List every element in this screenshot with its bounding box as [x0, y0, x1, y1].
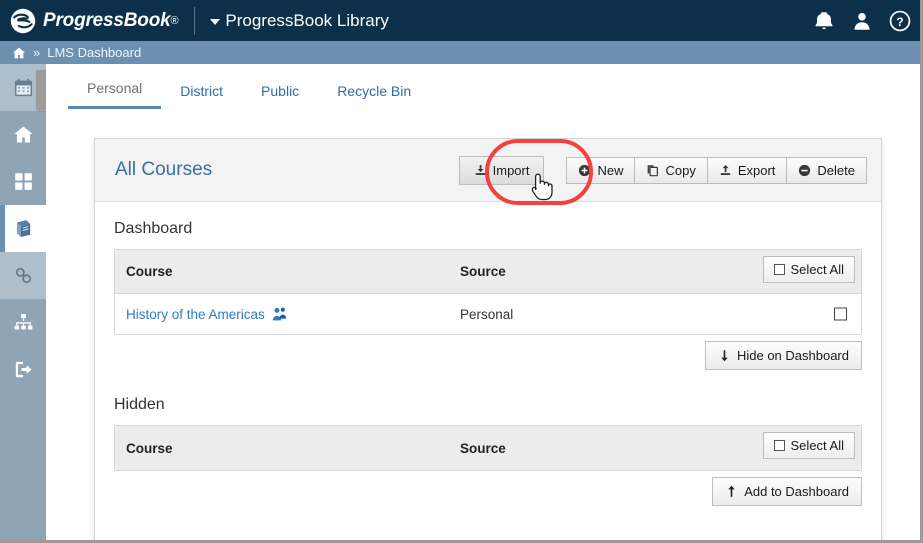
hidden-table-header: Course Source Select All: [115, 426, 861, 470]
download-import-icon: [475, 164, 485, 175]
hide-on-dashboard-label: Hide on Dashboard: [736, 348, 849, 363]
sidebar-item-apps[interactable]: [0, 158, 46, 205]
dashboard-table: Course Source Select All History of the …: [114, 249, 862, 335]
book-icon: [16, 220, 30, 237]
arrow-up-icon: [728, 485, 735, 497]
sidebar-rail: [0, 64, 46, 543]
checkbox-icon: [773, 440, 785, 451]
select-all-label: Select All: [790, 438, 844, 453]
dashboard-table-footer: Hide on Dashboard: [114, 335, 862, 370]
sidebar-item-home[interactable]: [0, 111, 46, 158]
crud-button-group: New Copy Export Delete: [566, 156, 867, 184]
users-group-icon: [272, 307, 286, 321]
export-button[interactable]: Export: [706, 156, 788, 184]
copy-button-label: Copy: [665, 162, 696, 178]
svg-text:?: ?: [896, 14, 903, 28]
home-icon[interactable]: [12, 46, 26, 60]
sitemap-icon: [14, 314, 32, 330]
table-row: History of the Americas Personal: [115, 294, 861, 335]
delete-button[interactable]: Delete: [786, 156, 867, 184]
course-link[interactable]: History of the Americas: [126, 307, 265, 322]
user-account-icon[interactable]: [851, 10, 873, 32]
help-question-icon[interactable]: ?: [889, 10, 911, 32]
tab-recycle-bin[interactable]: Recycle Bin: [318, 75, 430, 109]
application-window: ProgressBook® ProgressBook Library ? » L: [0, 0, 923, 543]
tab-public[interactable]: Public: [242, 75, 318, 109]
panel-action-bar: Import New Copy Export Delete: [458, 155, 881, 185]
sidebar-item-logout[interactable]: [0, 346, 46, 393]
main-content: Personal District Public Recycle Bin All…: [46, 64, 923, 543]
breadcrumb-separator: »: [33, 45, 41, 60]
hide-on-dashboard-button[interactable]: Hide on Dashboard: [704, 341, 862, 370]
breadcrumb: » LMS Dashboard: [0, 41, 923, 64]
breadcrumb-current[interactable]: LMS Dashboard: [47, 45, 141, 60]
export-button-label: Export: [737, 162, 776, 178]
plus-circle-icon: [579, 164, 591, 176]
dashboard-select-all-wrap: Select All: [762, 256, 855, 283]
import-button[interactable]: Import: [458, 155, 545, 185]
top-header-bar: ProgressBook® ProgressBook Library ?: [0, 0, 923, 41]
tab-bar: Personal District Public Recycle Bin: [68, 72, 430, 109]
logout-icon: [15, 361, 32, 378]
calendar-icon: [14, 78, 32, 97]
checkbox-icon: [773, 264, 785, 275]
minus-circle-icon: [799, 164, 811, 176]
add-to-dashboard-button[interactable]: Add to Dashboard: [712, 477, 862, 506]
sidebar-item-hierarchy[interactable]: [0, 299, 46, 346]
add-to-dashboard-label: Add to Dashboard: [744, 484, 849, 499]
tab-personal[interactable]: Personal: [68, 72, 162, 109]
cell-source: Personal: [460, 306, 514, 322]
delete-button-label: Delete: [817, 162, 855, 178]
header-icon-group: ?: [813, 10, 923, 32]
dashboard-select-all-button[interactable]: Select All: [762, 256, 855, 283]
panel-header: All Courses Import New Copy Export Delet…: [95, 139, 881, 202]
new-button-label: New: [597, 162, 624, 178]
hidden-table: Course Source Select All: [114, 425, 862, 471]
hidden-select-all-wrap: Select All: [762, 432, 855, 459]
header-divider: [194, 6, 196, 35]
upload-export-icon: [720, 164, 731, 175]
all-courses-panel: All Courses Import New Copy Export Delet…: [94, 138, 882, 543]
progressbook-logo-icon: [10, 8, 36, 33]
sidebar-item-library[interactable]: [0, 205, 46, 252]
home-icon: [13, 126, 33, 143]
hidden-table-footer: Add to Dashboard: [114, 471, 862, 506]
brand-name: ProgressBook®: [43, 9, 179, 31]
tab-district[interactable]: District: [161, 75, 242, 109]
cell-course: History of the Americas: [115, 306, 460, 322]
hidden-select-all-button[interactable]: Select All: [762, 432, 855, 459]
arrow-down-icon: [721, 350, 728, 362]
column-header-course: Course: [126, 264, 173, 279]
dashboard-section-title: Dashboard: [114, 220, 193, 237]
copy-button[interactable]: Copy: [634, 156, 708, 184]
grid-apps-icon: [14, 173, 32, 190]
chain-link-icon: [15, 267, 31, 284]
new-button[interactable]: New: [566, 156, 636, 184]
brand-logo[interactable]: ProgressBook®: [0, 8, 179, 34]
column-header-course: Course: [126, 440, 173, 456]
row-checkbox[interactable]: [834, 307, 847, 321]
page-title: All Courses: [115, 159, 213, 180]
chevron-down-icon[interactable]: [210, 19, 221, 25]
app-title[interactable]: ProgressBook Library: [225, 11, 388, 31]
hidden-section-title: Hidden: [114, 396, 165, 413]
select-all-label: Select All: [790, 262, 844, 277]
sidebar-item-links[interactable]: [0, 252, 46, 299]
import-button-label: Import: [492, 162, 530, 178]
copy-pages-icon: [648, 164, 659, 176]
notifications-bell-icon[interactable]: [813, 10, 835, 32]
panel-body: Dashboard Course Source Select All Histo…: [95, 202, 881, 506]
dashboard-table-header: Course Source Select All: [115, 250, 861, 294]
